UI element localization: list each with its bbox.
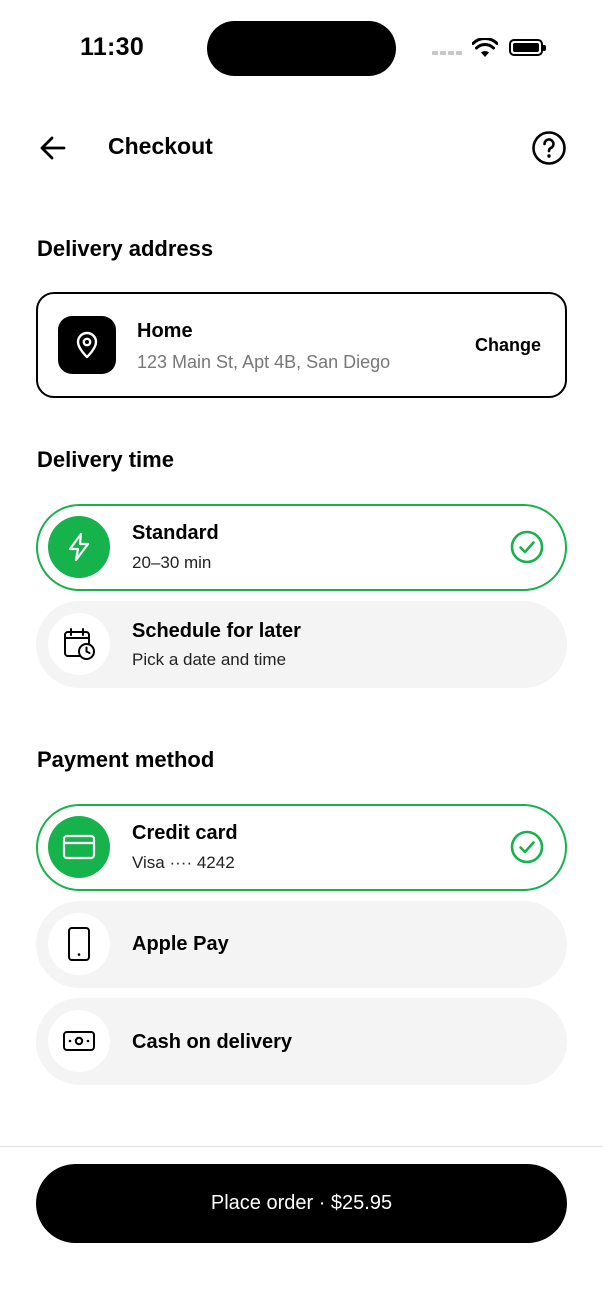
option-title: Standard xyxy=(132,522,219,544)
option-title: Cash on delivery xyxy=(132,1031,293,1053)
payment-option-credit-card[interactable] xyxy=(36,804,567,891)
bottom-bar-divider xyxy=(0,1146,603,1147)
wifi-icon xyxy=(471,37,499,63)
option-title: Apple Pay xyxy=(132,933,229,955)
payment-option-apple-pay[interactable] xyxy=(36,901,567,988)
option-subtitle: Pick a date and time xyxy=(132,650,287,669)
place-order-button[interactable]: Place order · $25.95 xyxy=(36,1164,567,1243)
check-circle-icon xyxy=(510,830,544,869)
payment-option-cash[interactable] xyxy=(36,998,567,1085)
address-name: Home xyxy=(137,320,193,342)
dynamic-island xyxy=(207,21,396,76)
location-pin-icon xyxy=(58,316,116,374)
change-address-button[interactable]: Change xyxy=(475,335,541,356)
delivery-option-schedule[interactable] xyxy=(36,601,567,688)
page-title: Checkout xyxy=(108,133,213,159)
calendar-clock-icon xyxy=(48,613,110,675)
battery-icon xyxy=(509,39,546,56)
address-line: 123 Main St, Apt 4B, San Diego xyxy=(137,352,391,372)
option-subtitle: 20–30 min xyxy=(132,553,212,572)
back-arrow-icon[interactable] xyxy=(38,133,68,168)
delivery-address-heading: Delivery address xyxy=(37,236,214,261)
status-time: 11:30 xyxy=(80,33,145,61)
check-circle-icon xyxy=(510,530,544,569)
option-subtitle: Visa ···· 4242 xyxy=(132,853,235,872)
phone-icon xyxy=(48,913,110,975)
delivery-time-heading: Delivery time xyxy=(37,447,174,472)
delivery-option-standard[interactable] xyxy=(36,504,567,591)
help-icon[interactable] xyxy=(531,130,567,171)
option-title: Schedule for later xyxy=(132,620,301,642)
cellular-signal-icon xyxy=(432,51,462,55)
option-title: Credit card xyxy=(132,822,238,844)
lightning-icon xyxy=(48,516,110,578)
credit-card-icon xyxy=(48,816,110,878)
cash-icon xyxy=(48,1010,110,1072)
payment-method-heading: Payment method xyxy=(37,747,215,772)
